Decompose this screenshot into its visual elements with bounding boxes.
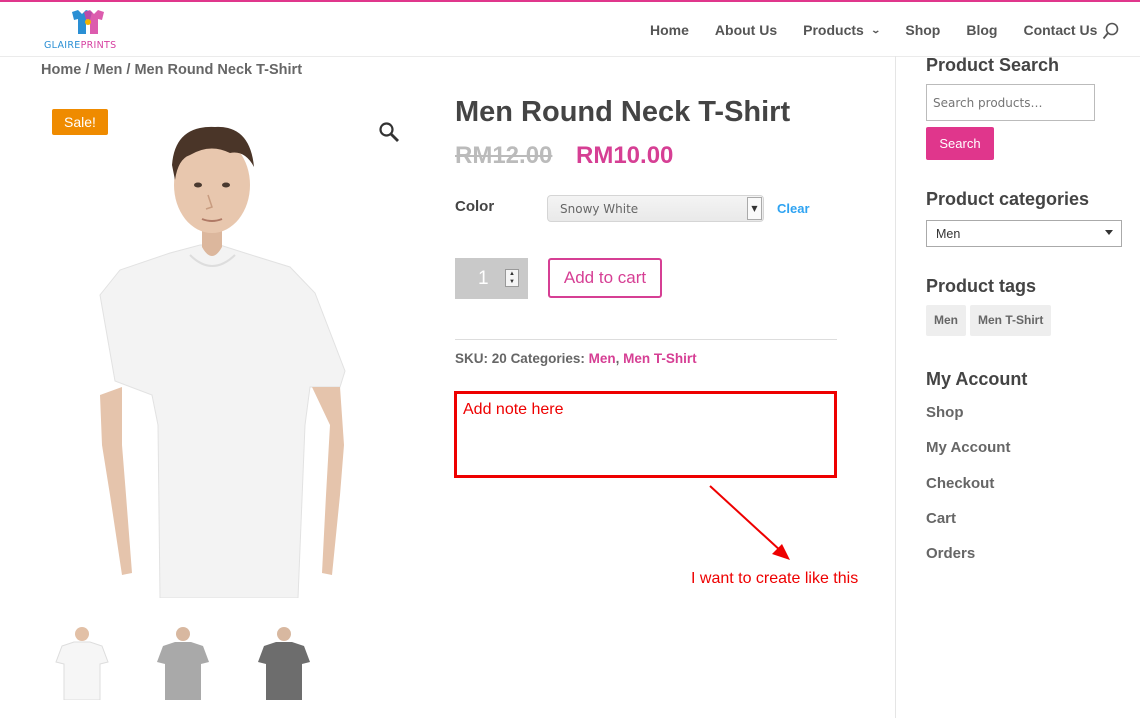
product-main-image[interactable] xyxy=(40,95,425,598)
tag-men[interactable]: Men xyxy=(926,305,966,336)
decrement-arrow-icon[interactable]: ▼ xyxy=(506,278,518,286)
color-select-value: Snowy White xyxy=(560,202,639,216)
spinner-arrows-icon[interactable]: ▲ ▼ xyxy=(505,269,519,287)
categories-select-value: Men xyxy=(936,227,961,241)
my-account-heading: My Account xyxy=(926,369,1028,389)
breadcrumb[interactable]: Home / Men / Men Round Neck T-Shirt xyxy=(41,62,302,78)
tshirt-logo-icon xyxy=(72,10,104,34)
product-meta: SKU: 20 Categories: Men, Men T-Shirt xyxy=(455,351,697,366)
dropdown-arrow-icon: ▼ xyxy=(747,197,762,220)
increment-arrow-icon[interactable]: ▲ xyxy=(506,270,518,278)
product-tags: Men Men T-Shirt xyxy=(926,305,1055,336)
nav-item-about-us[interactable]: About Us xyxy=(715,22,777,38)
category-link-men-tshirt[interactable]: Men T-Shirt xyxy=(623,351,697,366)
thumbnail-strip xyxy=(42,620,345,700)
product-tags-heading: Product tags xyxy=(926,276,1037,296)
site-logo[interactable]: GLAIREPRINTS xyxy=(44,8,132,54)
annotation-arrow-icon xyxy=(709,485,790,560)
thumbnail-white[interactable] xyxy=(42,620,122,700)
magnifier-icon[interactable] xyxy=(378,121,400,143)
product-categories-heading: Product categories xyxy=(926,189,1090,209)
product-search-heading: Product Search xyxy=(926,55,1060,75)
logo-wordmark: GLAIREPRINTS xyxy=(44,40,117,51)
nav-item-shop[interactable]: Shop xyxy=(905,22,940,38)
sale-badge: Sale! xyxy=(52,109,108,135)
nav-item-contact-us[interactable]: Contact Us xyxy=(1023,22,1097,38)
account-link-cart[interactable]: Cart xyxy=(926,510,1010,545)
quantity-stepper[interactable]: 1 ▲ ▼ xyxy=(455,258,528,299)
clear-variation-link[interactable]: Clear xyxy=(777,201,810,216)
category-link-men[interactable]: Men xyxy=(589,351,616,366)
tag-men-tshirt[interactable]: Men T-Shirt xyxy=(970,305,1052,336)
annotation-caption: I want to create like this xyxy=(691,570,859,587)
product-title: Men Round Neck T-Shirt xyxy=(455,96,791,128)
divider xyxy=(455,339,837,340)
sidebar-divider xyxy=(895,56,896,718)
main-nav: Home About Us Products ⌄ Shop Blog Contac… xyxy=(650,22,1123,38)
color-select[interactable]: Snowy White ▼ xyxy=(547,195,764,222)
account-link-shop[interactable]: Shop xyxy=(926,404,1010,439)
add-to-cart-button[interactable]: Add to cart xyxy=(548,258,662,298)
product-search-input[interactable] xyxy=(926,84,1095,121)
regular-price: RM12.00 xyxy=(455,142,553,169)
search-icon[interactable] xyxy=(1102,22,1120,40)
product-categories-select[interactable]: Men xyxy=(926,220,1122,247)
sale-price: RM10.00 xyxy=(576,142,674,169)
nav-item-blog[interactable]: Blog xyxy=(966,22,997,38)
note-placeholder: Add note here xyxy=(463,401,564,418)
nav-item-products[interactable]: Products ⌄ xyxy=(803,22,881,38)
thumbnail-grey[interactable] xyxy=(143,620,223,700)
thumbnail-dark-grey[interactable] xyxy=(244,620,324,700)
product-search-button[interactable]: Search xyxy=(926,127,994,160)
account-link-my-account[interactable]: My Account xyxy=(926,439,1010,474)
site-header: GLAIREPRINTS Home About Us Products ⌄ Sho… xyxy=(0,2,1140,56)
caret-down-icon xyxy=(1105,230,1113,235)
account-link-orders[interactable]: Orders xyxy=(926,545,1010,580)
quantity-value: 1 xyxy=(478,268,489,289)
nav-item-home[interactable]: Home xyxy=(650,22,689,38)
my-account-links: Shop My Account Checkout Cart Orders xyxy=(926,404,1010,580)
chevron-down-icon: ⌄ xyxy=(870,24,881,35)
account-link-checkout[interactable]: Checkout xyxy=(926,475,1010,510)
color-label: Color xyxy=(455,198,495,215)
model-white-tshirt-image xyxy=(99,126,346,598)
